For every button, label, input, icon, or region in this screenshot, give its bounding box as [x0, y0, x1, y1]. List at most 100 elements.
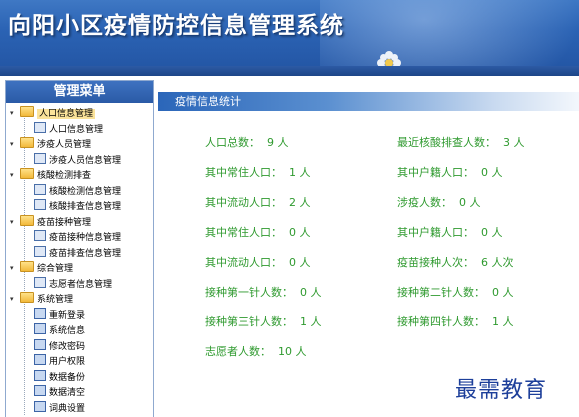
stat-value: 0	[289, 256, 296, 269]
menu-group-population[interactable]: ▾ 人口信息管理	[6, 106, 153, 122]
stat-label: 其中户籍人口：	[397, 166, 474, 179]
stat-fourth-dose: 接种第四针人数： 1 人	[397, 313, 514, 329]
menu-group-system[interactable]: ▾ 系统管理	[6, 292, 153, 308]
menu-item-data-backup[interactable]: 数据备份	[6, 369, 153, 386]
stat-label: 其中常住人口：	[205, 226, 282, 239]
menu-item-label: 核酸排查信息管理	[49, 202, 122, 212]
menu-item-label: 数据清空	[49, 388, 86, 398]
stat-value: 1	[289, 166, 296, 179]
page-icon	[34, 121, 46, 133]
stat-unit: 人	[299, 256, 311, 269]
stat-label: 疫苗接种人次：	[397, 256, 474, 269]
menu-item-exposure-info[interactable]: 涉疫人员信息管理	[6, 152, 153, 169]
stat-value: 6	[481, 256, 488, 269]
header-glow	[320, 0, 579, 66]
stat-value: 9	[267, 136, 274, 149]
stat-unit: 人	[491, 166, 503, 179]
page-icon	[34, 183, 46, 195]
menu-item-volunteer-info[interactable]: 志愿者信息管理	[6, 276, 153, 293]
stat-value: 0	[300, 286, 307, 299]
stat-unit: 人	[502, 286, 514, 299]
stat-unit: 人	[310, 315, 322, 328]
menu-group-label: 核酸检测排查	[37, 171, 92, 181]
stat-registered-population: 其中户籍人口： 0 人	[397, 164, 503, 180]
expand-caret-icon: ▾	[10, 140, 14, 148]
expand-caret-icon: ▾	[10, 295, 14, 303]
window-icon	[34, 338, 46, 350]
menu-title: 管理菜单	[6, 81, 153, 103]
menu-item-label: 人口信息管理	[49, 124, 104, 135]
stat-unit: 人	[277, 136, 289, 149]
menu-group-nucleic[interactable]: ▾ 核酸检测排查	[6, 168, 153, 184]
stat-label: 涉疫人数：	[397, 196, 452, 209]
menu-group-vaccine[interactable]: ▾ 疫苗接种管理	[6, 214, 153, 231]
app-title: 向阳小区疫情防控信息管理系统	[8, 13, 344, 39]
page-icon	[34, 245, 46, 257]
menu-item-nucleic-test[interactable]: 核酸检测信息管理	[6, 183, 153, 200]
stat-label: 接种第二针人数：	[397, 286, 485, 299]
stat-exposure-count: 涉疫人数： 0 人	[397, 194, 481, 210]
stat-label: 其中常住人口：	[205, 166, 282, 179]
stat-total-population: 人口总数： 9 人	[205, 134, 289, 150]
menu-group-label: 涉疫人员管理	[37, 140, 92, 150]
panel-title-bar: 疫情信息统计	[158, 92, 579, 111]
menu-item-label: 用户权限	[49, 357, 86, 367]
menu-item-label: 志愿者信息管理	[49, 279, 113, 290]
menu-item-system-info[interactable]: 系统信息	[6, 323, 153, 339]
stat-unit: 人	[513, 136, 525, 149]
folder-icon	[20, 214, 34, 226]
stat-unit: 人	[469, 196, 481, 209]
stat-third-dose: 接种第三针人数： 1 人	[205, 313, 322, 329]
stat-unit: 人	[299, 166, 311, 179]
menu-item-label: 疫苗排查信息管理	[49, 248, 122, 259]
menu-item-user-permissions[interactable]: 用户权限	[6, 354, 153, 370]
stat-label: 人口总数：	[205, 136, 260, 149]
stat-value: 0	[481, 166, 488, 179]
window-icon	[34, 323, 46, 334]
menu-item-population-info[interactable]: 人口信息管理	[6, 121, 153, 138]
stat-unit: 人	[299, 226, 311, 239]
menu-item-label: 核酸检测信息管理	[49, 186, 122, 197]
watermark-text: 最需教育	[455, 378, 548, 403]
window-icon	[34, 354, 46, 365]
menu-item-label: 词典设置	[49, 403, 86, 414]
stat-value: 0	[492, 286, 499, 299]
stat-unit: 人	[295, 345, 307, 358]
stat-unit: 人次	[491, 256, 514, 269]
stat-label: 接种第四针人数：	[397, 315, 485, 328]
menu-item-change-password[interactable]: 修改密码	[6, 338, 153, 355]
stat-label: 其中户籍人口：	[397, 226, 474, 239]
stat-vaccination-count: 疫苗接种人次： 6 人次	[397, 254, 514, 270]
expand-caret-icon: ▾	[10, 109, 14, 117]
menu-item-label: 涉疫人员信息管理	[49, 155, 122, 166]
window-icon	[34, 400, 46, 412]
stat-value: 3	[503, 136, 510, 149]
menu-item-dictionary-settings[interactable]: 词典设置	[6, 400, 153, 417]
menu-item-label: 数据备份	[49, 372, 86, 383]
folder-icon	[20, 168, 34, 179]
menu-group-general[interactable]: ▾ 综合管理	[6, 261, 153, 277]
panel-title: 疫情信息统计	[175, 95, 241, 108]
stat-value: 0	[459, 196, 466, 209]
stat-exposure-resident: 其中常住人口： 0 人	[205, 224, 311, 240]
menu-item-data-clear[interactable]: 数据清空	[6, 385, 153, 401]
header-strip	[0, 66, 579, 76]
stat-value: 0	[481, 226, 488, 239]
stat-floating-population: 其中流动人口： 2 人	[205, 194, 311, 210]
app-header: 向阳小区疫情防控信息管理系统	[0, 0, 579, 66]
page-icon	[34, 199, 46, 210]
menu-group-label: 系统管理	[37, 295, 74, 305]
window-icon	[34, 385, 46, 396]
menu-item-relogin[interactable]: 重新登录	[6, 307, 153, 324]
stat-value: 10	[278, 345, 292, 358]
stat-unit: 人	[491, 226, 503, 239]
menu-item-vaccine-screen[interactable]: 疫苗排查信息管理	[6, 245, 153, 262]
stat-recent-nucleic-screen: 最近核酸排查人数： 3 人	[397, 134, 525, 150]
menu-item-nucleic-screen[interactable]: 核酸排查信息管理	[6, 199, 153, 215]
stat-label: 其中流动人口：	[205, 196, 282, 209]
menu-group-exposure[interactable]: ▾ 涉疫人员管理	[6, 137, 153, 153]
expand-caret-icon: ▾	[10, 217, 14, 226]
menu-item-vaccine-info[interactable]: 疫苗接种信息管理	[6, 230, 153, 246]
stat-label: 接种第一针人数：	[205, 286, 293, 299]
stat-exposure-registered: 其中户籍人口： 0 人	[397, 224, 503, 240]
